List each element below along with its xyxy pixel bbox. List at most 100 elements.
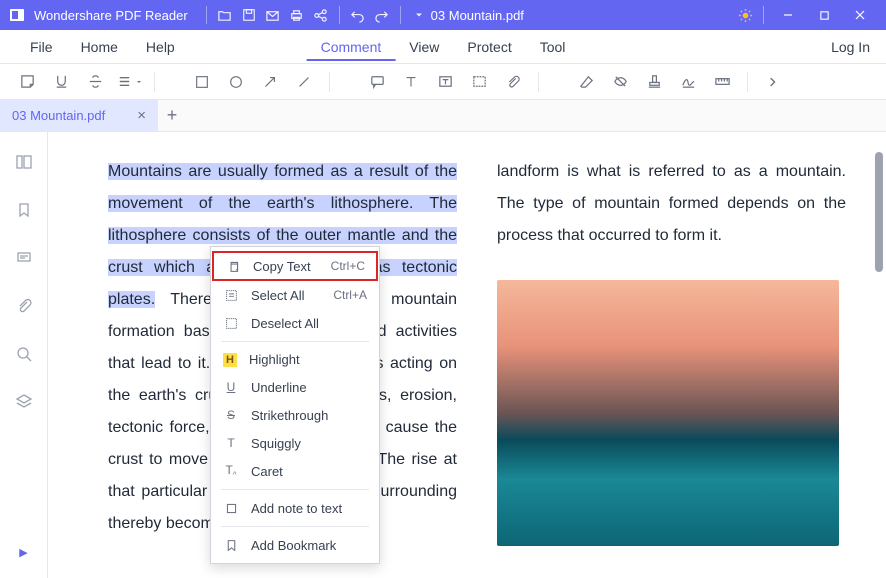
context-menu-label: Select All bbox=[251, 288, 321, 303]
context-menu-select-all[interactable]: Select All Ctrl+A bbox=[211, 281, 379, 309]
context-menu-shortcut: Ctrl+A bbox=[333, 288, 367, 302]
list-tool-icon[interactable] bbox=[114, 67, 144, 97]
context-menu-label: Copy Text bbox=[253, 259, 319, 274]
search-panel-icon[interactable] bbox=[10, 340, 38, 368]
redo-icon[interactable] bbox=[370, 3, 394, 27]
context-menu-divider bbox=[221, 341, 369, 342]
vertical-scrollbar[interactable] bbox=[872, 132, 886, 578]
highlight-icon: H bbox=[223, 353, 237, 367]
body-text[interactable]: landform is what is referred to as a mou… bbox=[497, 156, 846, 252]
login-link[interactable]: Log In bbox=[831, 39, 870, 55]
save-icon[interactable] bbox=[237, 3, 261, 27]
menubar: File Home Help Comment View Protect Tool… bbox=[0, 30, 886, 64]
menu-comment[interactable]: Comment bbox=[307, 33, 396, 61]
eraser-tool-icon[interactable] bbox=[571, 67, 601, 97]
hide-tool-icon[interactable] bbox=[605, 67, 635, 97]
menu-tool[interactable]: Tool bbox=[526, 33, 580, 61]
context-menu-label: Deselect All bbox=[251, 316, 367, 331]
mountain-image bbox=[497, 280, 839, 546]
context-menu-divider bbox=[221, 489, 369, 490]
titlebar-divider bbox=[763, 6, 764, 24]
close-button[interactable] bbox=[842, 0, 878, 30]
context-menu-divider bbox=[221, 526, 369, 527]
strikethrough-tool-icon[interactable] bbox=[80, 67, 110, 97]
context-menu-underline[interactable]: U Underline bbox=[211, 373, 379, 401]
underline-icon: U bbox=[223, 379, 239, 395]
textbox-tool-icon[interactable] bbox=[430, 67, 460, 97]
comments-panel-icon[interactable] bbox=[10, 244, 38, 272]
underline-tool-icon[interactable] bbox=[46, 67, 76, 97]
titlebar: Wondershare PDF Reader 03 Mountain.pdf bbox=[0, 0, 886, 30]
titlebar-divider bbox=[206, 6, 207, 24]
caret-icon: T^ bbox=[223, 463, 239, 479]
titlebar-divider bbox=[400, 6, 401, 24]
strike-icon: S bbox=[223, 407, 239, 423]
menu-file[interactable]: File bbox=[16, 33, 67, 61]
area-tool-icon[interactable] bbox=[464, 67, 494, 97]
main-area: ▶ Mountains are usually formed as a resu… bbox=[0, 132, 886, 578]
context-menu-strikethrough[interactable]: S Strikethrough bbox=[211, 401, 379, 429]
layers-panel-icon[interactable] bbox=[10, 388, 38, 416]
undo-icon[interactable] bbox=[346, 3, 370, 27]
line-tool-icon[interactable] bbox=[289, 67, 319, 97]
context-menu-label: Underline bbox=[251, 380, 367, 395]
open-folder-icon[interactable] bbox=[213, 3, 237, 27]
context-menu-highlight[interactable]: H Highlight bbox=[211, 346, 379, 373]
context-menu-label: Caret bbox=[251, 464, 367, 479]
comment-tool-icon[interactable] bbox=[362, 67, 392, 97]
theme-icon[interactable] bbox=[733, 3, 757, 27]
measure-tool-icon[interactable] bbox=[707, 67, 737, 97]
text-tool-icon[interactable] bbox=[396, 67, 426, 97]
select-all-icon bbox=[223, 287, 239, 303]
minimize-button[interactable] bbox=[770, 0, 806, 30]
context-menu-copy-text[interactable]: Copy Text Ctrl+C bbox=[213, 252, 377, 280]
signature-tool-icon[interactable] bbox=[673, 67, 703, 97]
context-menu-squiggly[interactable]: TSquiggly bbox=[211, 429, 379, 457]
tabbar: 03 Mountain.pdf × + bbox=[0, 100, 886, 132]
thumbnails-icon[interactable] bbox=[10, 148, 38, 176]
collapse-panel-icon[interactable]: ▶ bbox=[10, 538, 38, 566]
deselect-icon bbox=[223, 315, 239, 331]
rectangle-tool-icon[interactable] bbox=[187, 67, 217, 97]
context-menu-label: Strikethrough bbox=[251, 408, 367, 423]
print-icon[interactable] bbox=[285, 3, 309, 27]
context-menu: Copy Text Ctrl+C Select All Ctrl+A Deselect … bbox=[210, 246, 380, 564]
bookmark-icon bbox=[223, 537, 239, 553]
app-logo-icon bbox=[8, 6, 26, 24]
add-tab-button[interactable]: + bbox=[158, 102, 186, 130]
document-tab[interactable]: 03 Mountain.pdf × bbox=[0, 100, 158, 132]
scrollbar-thumb[interactable] bbox=[875, 152, 883, 272]
context-menu-label: Add note to text bbox=[251, 501, 367, 516]
context-menu-label: Highlight bbox=[249, 352, 367, 367]
titlebar-divider bbox=[339, 6, 340, 24]
context-menu-add-note-to-text[interactable]: Add note to text bbox=[211, 494, 379, 522]
attachments-panel-icon[interactable] bbox=[10, 292, 38, 320]
menu-home[interactable]: Home bbox=[67, 33, 132, 61]
more-tool-icon[interactable] bbox=[758, 67, 788, 97]
bookmark-panel-icon[interactable] bbox=[10, 196, 38, 224]
circle-tool-icon[interactable] bbox=[221, 67, 251, 97]
share-icon[interactable] bbox=[309, 3, 333, 27]
menu-view[interactable]: View bbox=[395, 33, 453, 61]
attachment-tool-icon[interactable] bbox=[498, 67, 528, 97]
menu-help[interactable]: Help bbox=[132, 33, 189, 61]
maximize-button[interactable] bbox=[806, 0, 842, 30]
context-menu-label: Add Bookmark bbox=[251, 538, 367, 553]
copy-icon bbox=[225, 258, 241, 274]
right-column: landform is what is referred to as a mou… bbox=[497, 156, 846, 554]
context-menu-shortcut: Ctrl+C bbox=[331, 259, 365, 273]
squiggly-icon: T bbox=[223, 435, 239, 451]
context-menu-add-bookmark[interactable]: Add Bookmark bbox=[211, 531, 379, 559]
arrow-tool-icon[interactable] bbox=[255, 67, 285, 97]
document-filename: 03 Mountain.pdf bbox=[431, 8, 524, 23]
mail-icon[interactable] bbox=[261, 3, 285, 27]
note-tool-icon[interactable] bbox=[12, 67, 42, 97]
stamp-tool-icon[interactable] bbox=[639, 67, 669, 97]
menu-protect[interactable]: Protect bbox=[453, 33, 525, 61]
tab-close-icon[interactable]: × bbox=[137, 107, 146, 124]
app-title: Wondershare PDF Reader bbox=[34, 8, 188, 23]
side-panel: ▶ bbox=[0, 132, 48, 578]
context-menu-caret[interactable]: T^ Caret bbox=[211, 457, 379, 485]
dropdown-icon[interactable] bbox=[407, 3, 431, 27]
context-menu-deselect-all[interactable]: Deselect All bbox=[211, 309, 379, 337]
